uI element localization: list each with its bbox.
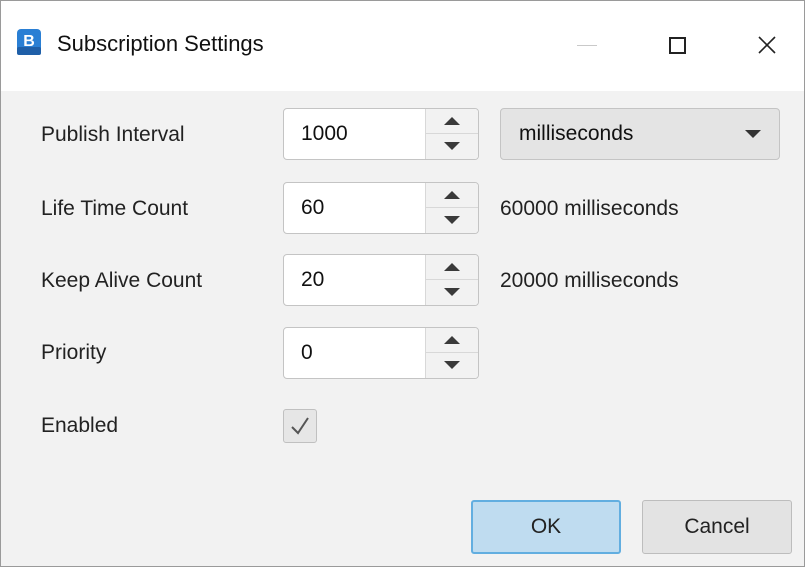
lifetime-duration-text: 60000 milliseconds (500, 197, 679, 220)
enabled-checkbox[interactable] (283, 409, 317, 443)
keep-alive-count-label: Keep Alive Count (41, 269, 203, 292)
spinner-buttons (425, 109, 478, 159)
arrow-up-icon (444, 263, 460, 271)
decrement-button[interactable] (426, 280, 478, 304)
b-app-icon: B (17, 29, 41, 55)
close-button[interactable] (739, 21, 795, 69)
keep-alive-count-value[interactable]: 20 (301, 268, 324, 292)
enabled-label: Enabled (41, 414, 119, 437)
keep-alive-count-spinner[interactable]: 20 (283, 254, 479, 306)
title-bar: B Subscription Settings (1, 1, 804, 91)
decrement-button[interactable] (426, 208, 478, 232)
arrow-down-icon (444, 142, 460, 150)
lifetime-count-label: Life Time Count (41, 197, 189, 220)
publish-interval-label: Publish Interval (41, 123, 185, 146)
minimize-button[interactable] (559, 21, 615, 69)
close-icon (758, 36, 776, 54)
cancel-button[interactable]: Cancel (642, 500, 792, 554)
increment-button[interactable] (426, 109, 478, 134)
maximize-button[interactable] (649, 21, 705, 69)
arrow-up-icon (444, 336, 460, 344)
lifetime-count-value[interactable]: 60 (301, 196, 324, 220)
arrow-up-icon (444, 191, 460, 199)
priority-label: Priority (41, 341, 107, 364)
chevron-down-icon (745, 130, 761, 138)
checkmark-icon (291, 417, 309, 435)
decrement-button[interactable] (426, 134, 478, 158)
decrement-button[interactable] (426, 353, 478, 377)
arrow-up-icon (444, 117, 460, 125)
arrow-down-icon (444, 288, 460, 296)
interval-unit-dropdown[interactable]: milliseconds (500, 108, 780, 160)
publish-interval-spinner[interactable]: 1000 (283, 108, 479, 160)
spinner-buttons (425, 183, 478, 233)
ok-button[interactable]: OK (471, 500, 621, 554)
lifetime-count-spinner[interactable]: 60 (283, 182, 479, 234)
increment-button[interactable] (426, 328, 478, 353)
spinner-buttons (425, 328, 478, 378)
spinner-buttons (425, 255, 478, 305)
publish-interval-value[interactable]: 1000 (301, 122, 348, 146)
priority-spinner[interactable]: 0 (283, 327, 479, 379)
minimize-icon (577, 44, 597, 46)
interval-unit-value: milliseconds (519, 122, 634, 145)
priority-value[interactable]: 0 (301, 341, 313, 365)
maximize-icon (668, 36, 686, 54)
increment-button[interactable] (426, 183, 478, 208)
arrow-down-icon (444, 361, 460, 369)
increment-button[interactable] (426, 255, 478, 280)
svg-text:B: B (23, 33, 35, 50)
subscription-settings-dialog: B Subscription Settings Publish Interval… (0, 0, 805, 567)
arrow-down-icon (444, 216, 460, 224)
keep-alive-duration-text: 20000 milliseconds (500, 269, 679, 292)
window-title: Subscription Settings (57, 31, 264, 56)
